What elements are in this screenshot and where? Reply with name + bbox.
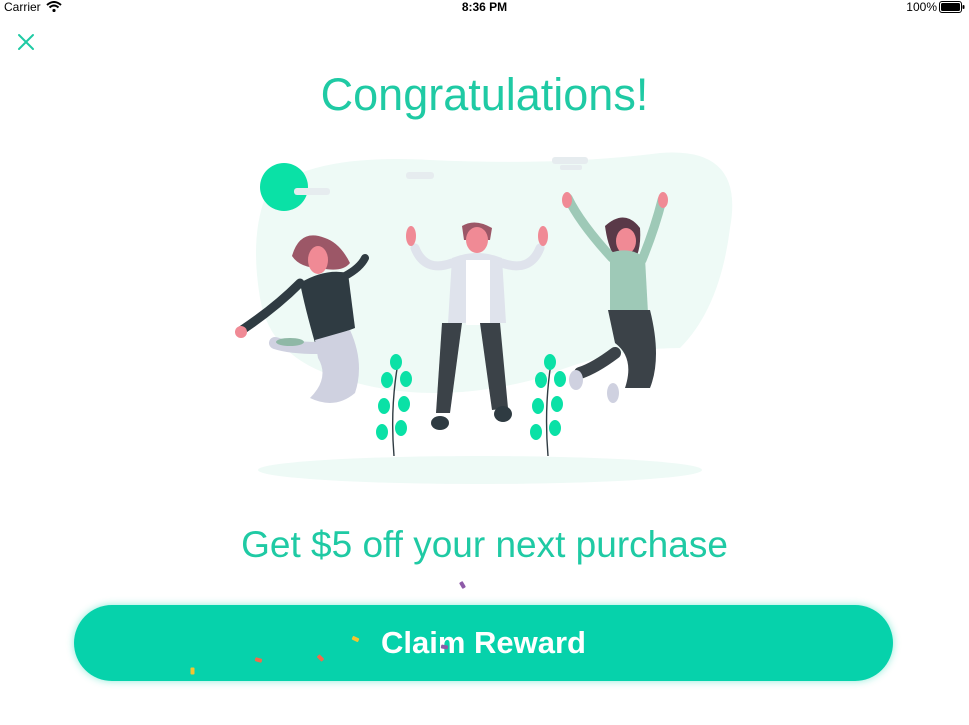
status-time: 8:36 PM <box>461 0 508 14</box>
battery-percent: 100% <box>906 0 937 14</box>
congratulations-title: Congratulations! <box>320 69 649 120</box>
battery-icon <box>939 1 965 16</box>
claim-reward-label: Claim Reward <box>380 625 586 660</box>
status-bar: Carrier 8:36 PM 100% <box>0 0 969 14</box>
confetti-piece <box>459 580 466 590</box>
close-button[interactable] <box>14 30 38 54</box>
reward-subtitle: Get $5 off your next purchase <box>241 524 728 565</box>
claim-reward-button[interactable]: Claim Reward <box>74 605 893 681</box>
celebration-illustration <box>235 152 733 484</box>
confetti-piece <box>190 667 195 675</box>
close-x-icon <box>18 34 34 50</box>
